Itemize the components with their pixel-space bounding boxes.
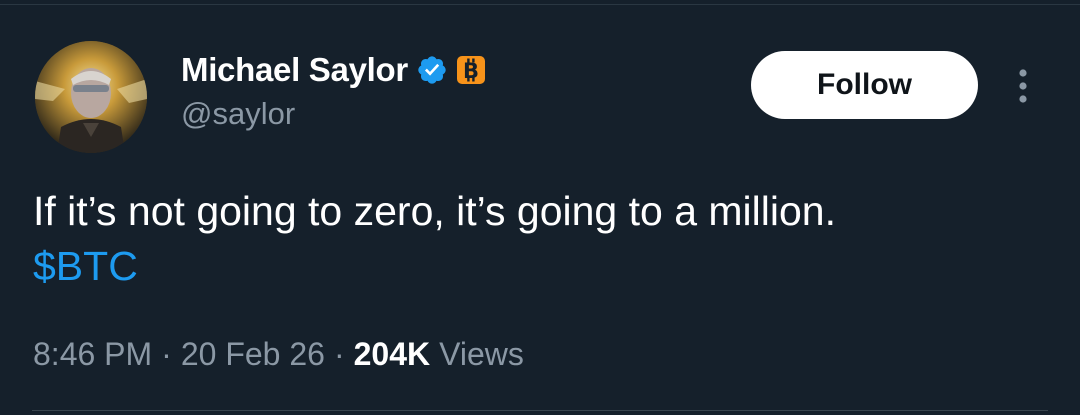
view-count[interactable]: 204K	[354, 336, 431, 373]
bottom-divider	[32, 410, 1048, 411]
svg-text:B: B	[463, 59, 479, 83]
bitcoin-badge-icon[interactable]: B	[456, 55, 486, 85]
tweet-date[interactable]: 20 Feb 26	[181, 336, 325, 373]
avatar[interactable]	[35, 41, 147, 153]
tweet-time[interactable]: 8:46 PM	[33, 336, 152, 373]
author-name-row: Michael Saylor B	[181, 48, 486, 92]
avatar-portrait	[35, 41, 147, 153]
author-handle[interactable]: @saylor	[181, 96, 295, 132]
top-divider	[0, 4, 1080, 5]
views-label[interactable]: Views	[439, 336, 524, 373]
tweet-text: If it’s not going to zero, it’s going to…	[33, 188, 836, 234]
tweet-card: Michael Saylor B @saylor Follow If it’s …	[0, 0, 1080, 415]
verified-badge-icon[interactable]	[416, 54, 448, 86]
more-vertical-icon[interactable]	[1010, 66, 1036, 106]
author-display-name[interactable]: Michael Saylor	[181, 51, 408, 89]
cashtag-link[interactable]: $BTC	[33, 239, 138, 293]
follow-button[interactable]: Follow	[751, 51, 978, 119]
meta-separator: ·	[161, 335, 172, 372]
tweet-meta: 8:46 PM · 20 Feb 26 · 204K Views	[33, 331, 524, 377]
meta-separator: ·	[333, 335, 345, 372]
